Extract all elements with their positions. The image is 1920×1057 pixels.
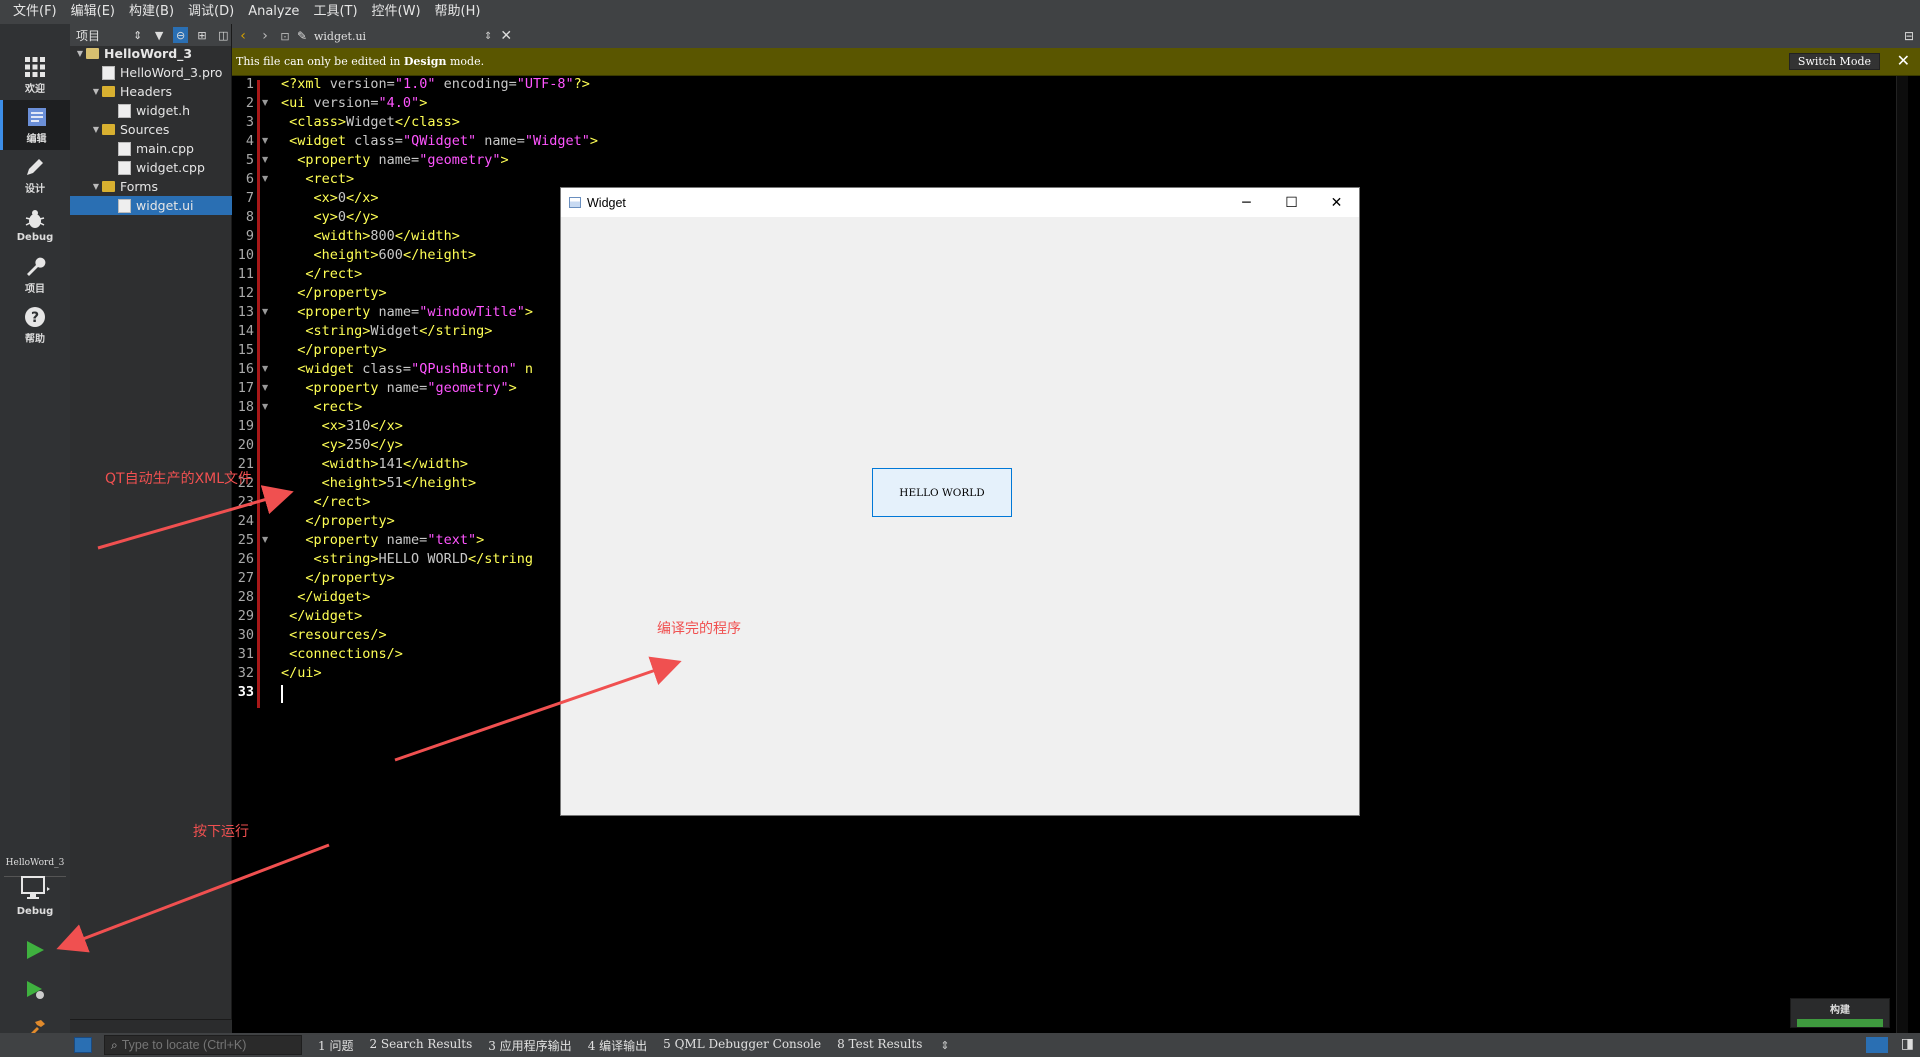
output-tab[interactable]: 4 编译输出 bbox=[580, 1037, 655, 1054]
annotation-arrows bbox=[56, 485, 682, 953]
more-tabs-icon[interactable]: ⇕ bbox=[940, 1039, 949, 1052]
build-label: 构建 bbox=[1830, 1005, 1850, 1016]
build-progress-bar bbox=[1797, 1019, 1883, 1027]
program-annotation: 编译完的程序 bbox=[657, 621, 741, 637]
locator[interactable]: ⌕ bbox=[104, 1035, 302, 1055]
output-tab[interactable]: 8 Test Results bbox=[829, 1037, 930, 1054]
run-arrow bbox=[56, 843, 330, 953]
toggle-sidebar-icon[interactable] bbox=[74, 1037, 92, 1053]
xml-arrow bbox=[97, 485, 294, 550]
output-tabs: 1 问题 2 Search Results 3 应用程序输出 4 编译输出 5 QML … bbox=[310, 1037, 930, 1054]
output-tab[interactable]: 3 应用程序输出 bbox=[480, 1037, 579, 1054]
output-tab[interactable]: 2 Search Results bbox=[361, 1037, 480, 1054]
output-tab[interactable]: 1 问题 bbox=[310, 1037, 361, 1054]
build-progress[interactable]: 构建 bbox=[1790, 998, 1890, 1028]
output-pane-icon[interactable] bbox=[1866, 1037, 1888, 1053]
output-tab[interactable]: 5 QML Debugger Console bbox=[655, 1037, 829, 1054]
toggle-right-sidebar-icon[interactable]: ◨ bbox=[1901, 1036, 1914, 1052]
locator-input[interactable] bbox=[121, 1038, 292, 1052]
search-icon: ⌕ bbox=[111, 1037, 118, 1052]
build-progress-fill bbox=[1797, 1019, 1883, 1027]
run-annotation: 按下运行 bbox=[193, 824, 249, 840]
program-arrow bbox=[394, 656, 682, 762]
status-bar: ⌕ 1 问题2 Search Results3 应用程序输出4 编译输出5 QM… bbox=[0, 1033, 1920, 1057]
xml-annotation: QT自动生产的XML文件 bbox=[105, 471, 253, 487]
